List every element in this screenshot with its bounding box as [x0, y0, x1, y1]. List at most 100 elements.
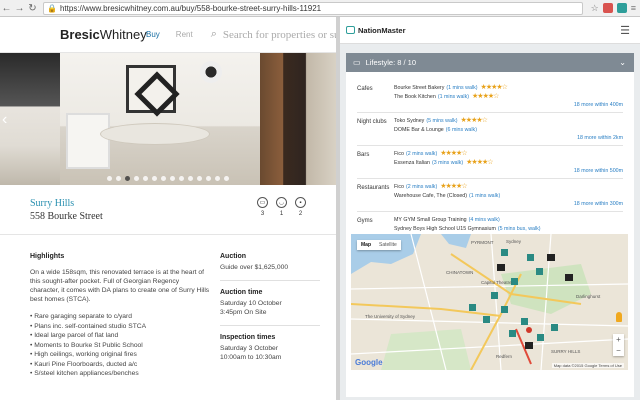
rating-stars-icon: ★★★★☆: [440, 150, 467, 157]
zoom-out-button[interactable]: −: [613, 345, 624, 356]
venue-name[interactable]: The Book Kitchen: [394, 93, 436, 102]
venue-name[interactable]: DOME Bar & Lounge: [394, 126, 444, 135]
lifestyle-accordion[interactable]: ▭ Lifestyle: 8 / 10 ⌄: [346, 53, 634, 72]
back-arrow-icon[interactable]: ←: [0, 3, 13, 14]
venue-distance[interactable]: (1 mins walk): [446, 84, 477, 93]
lifestyle-row: Cafes Bourke Street Bakery (1 mins walk) ★★…: [357, 80, 623, 113]
photo-gallery[interactable]: ‹: [0, 53, 336, 185]
forward-arrow-icon[interactable]: →: [13, 3, 26, 14]
venue-item: The Book Kitchen (1 mins walk) ★★★★☆: [394, 93, 623, 102]
bookmark-star-icon[interactable]: ☆: [591, 3, 599, 14]
listing-description: On a wide 158sqm, this renovated terrace…: [30, 269, 210, 303]
map-label: Sydney: [506, 239, 522, 244]
venue-distance[interactable]: (6 mins walk): [446, 126, 477, 135]
nationmaster-logo-icon: [346, 26, 355, 34]
rating-stars-icon: ★★★★☆: [440, 183, 467, 190]
more-venues-link[interactable]: 18 more within 2km: [394, 134, 623, 142]
venue-name[interactable]: Fico: [394, 183, 404, 192]
venue-name[interactable]: Fico: [394, 150, 404, 159]
reload-icon[interactable]: ↻: [26, 3, 39, 14]
venue-distance[interactable]: (3 mins walk): [432, 159, 463, 168]
gallery-dots[interactable]: [0, 176, 336, 181]
lifestyle-row: Restaurants Fico (2 mins walk) ★★★★☆ Warehou…: [357, 179, 623, 212]
venue-item: Fico (2 mins walk) ★★★★☆: [394, 150, 623, 159]
venue-name[interactable]: Warehouse Cafe, The (Closed): [394, 192, 467, 201]
list-item: Plans inc. self-contained studio STCA: [30, 322, 220, 332]
auction-date: Saturday 10 October: [220, 300, 282, 307]
nav-buy-link[interactable]: Buy: [146, 30, 160, 39]
panel-brand: NationMaster: [358, 25, 406, 35]
lifestyle-row: Bars Fico (2 mins walk) ★★★★☆ Essenza Italia…: [357, 146, 623, 179]
map-canvas: [351, 234, 628, 370]
venue-distance[interactable]: (2 mins walk): [406, 150, 437, 159]
venue-item: Toko Sydney (5 mins walk) ★★★★☆: [394, 117, 623, 126]
venue-item: Essenza Italian (3 mins walk) ★★★★☆: [394, 159, 623, 168]
hamburger-menu-icon[interactable]: ☰: [620, 24, 630, 37]
more-venues-link[interactable]: 18 more within 500m: [394, 167, 623, 175]
venue-distance[interactable]: (4 mins walk): [469, 216, 500, 225]
nav-rent-link[interactable]: Rent: [176, 30, 193, 39]
map-label: CHINATOWN: [446, 270, 474, 275]
venue-item: Warehouse Cafe, The (Closed) (1 mins walk…: [394, 192, 623, 201]
listing-page: BresicWhitney Buy Rent ⌕ Search for prop…: [0, 17, 336, 400]
map-tab[interactable]: Map: [357, 240, 375, 250]
list-item: S/steel kitchen appliances/benches: [30, 369, 220, 379]
gallery-prev-arrow-icon[interactable]: ‹: [2, 111, 7, 129]
venue-name[interactable]: Essenza Italian: [394, 159, 430, 168]
neighbourhood-map[interactable]: PYRMONT CHINATOWN Sydney The University …: [351, 234, 628, 370]
venue-name[interactable]: Sydney Boys High School U15 Gymnasium: [394, 225, 496, 234]
list-item: Moments to Bourke St Public School: [30, 341, 220, 351]
map-label: The University of Sydney: [365, 314, 416, 319]
gallery-photo-prev: [0, 53, 60, 185]
car-icon: ▪: [295, 197, 306, 208]
map-label: PYRMONT: [471, 240, 494, 245]
map-label: Capitol Theatre: [481, 280, 512, 285]
venue-item: DOME Bar & Lounge (6 mins walk): [394, 126, 623, 135]
venue-item: Bourke Street Bakery (1 mins walk) ★★★★☆: [394, 84, 623, 93]
venue-distance[interactable]: (5 mins bus, walk): [498, 225, 541, 234]
site-logo[interactable]: BresicWhitney: [0, 27, 147, 42]
highlights-list: Rare garaging separate to c/yard Plans i…: [30, 312, 220, 379]
menu-icon[interactable]: ≡: [631, 3, 636, 14]
rating-stars-icon: ★★★★☆: [472, 92, 499, 100]
table-decor: [100, 123, 210, 145]
list-item: Ideal large parcel of flat land: [30, 331, 220, 341]
map-credit[interactable]: Map data ©2015 Google Terms of Use: [551, 363, 624, 368]
auction-time-title: Auction time: [220, 289, 263, 296]
car-spaces: ▪ 2: [295, 197, 306, 217]
url-text: https://www.bresicwhitney.com.au/buy/558…: [59, 3, 322, 13]
listing-details: Highlights On a wide 158sqm, this renova…: [0, 235, 336, 379]
chevron-down-icon[interactable]: ⌄: [619, 58, 626, 67]
rating-stars-icon: ★★★★☆: [466, 158, 493, 166]
more-venues-link[interactable]: 18 more within 300m: [394, 200, 623, 208]
extension-icon[interactable]: [602, 2, 613, 13]
search-input[interactable]: Search for properties or su: [223, 29, 336, 41]
more-venues-link[interactable]: 18 more within 400m: [394, 101, 623, 109]
venue-distance[interactable]: (2 mins walk): [406, 183, 437, 192]
lifestyle-card: Cafes Bourke Street Bakery (1 mins walk) ★★…: [346, 72, 634, 397]
site-header: BresicWhitney Buy Rent ⌕ Search for prop…: [0, 17, 336, 53]
bath-icon: ◡: [276, 197, 287, 208]
zoom-in-button[interactable]: +: [613, 334, 624, 345]
nationmaster-extension-icon[interactable]: [616, 2, 627, 13]
venue-distance[interactable]: (1 mins walk): [438, 93, 469, 102]
map-type-toggle: Map Satellite: [357, 240, 401, 250]
venue-distance[interactable]: (5 mins walk): [426, 117, 457, 126]
venue-distance[interactable]: (1 mins walk): [469, 192, 500, 201]
lock-icon: 🔒: [47, 3, 57, 13]
venue-name[interactable]: MY GYM Small Group Training: [394, 216, 467, 225]
auction-column: Auction Guide over $1,625,000 Auction ti…: [220, 253, 320, 379]
venue-name[interactable]: Bourke Street Bakery: [394, 84, 444, 93]
listing-header: Surry Hills 558 Bourke Street ▭ 3 ◡ 1 ▪ 2: [0, 185, 336, 235]
street-view-pegman-icon[interactable]: [616, 312, 622, 322]
map-label: Darlinghurst: [576, 294, 601, 299]
inspection-date: Saturday 3 October: [220, 345, 278, 352]
venue-name[interactable]: Toko Sydney: [394, 117, 424, 126]
address-bar[interactable]: 🔒 https://www.bresicwhitney.com.au/buy/5…: [43, 1, 583, 15]
satellite-tab[interactable]: Satellite: [375, 240, 401, 250]
fireplace-decor: [66, 113, 110, 169]
venue-item: MY GYM Small Group Training (4 mins walk): [394, 216, 623, 225]
search-icon[interactable]: ⌕: [211, 28, 217, 41]
list-item: Rare garaging separate to c/yard: [30, 312, 220, 322]
tv-icon: ▭: [353, 58, 361, 67]
